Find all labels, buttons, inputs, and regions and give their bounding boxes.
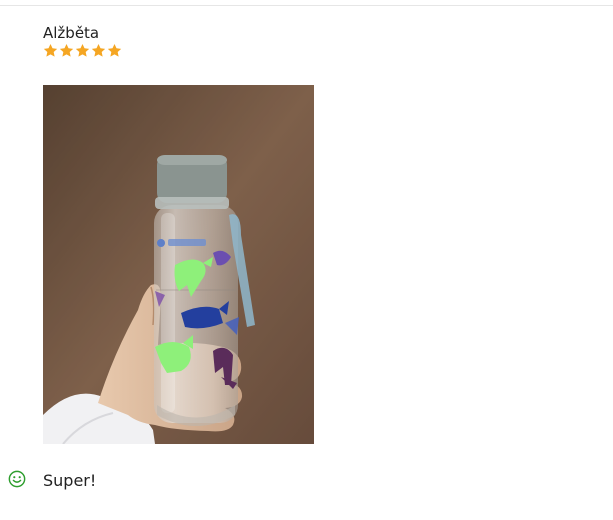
review-card: Alžběta Super!: [0, 0, 613, 520]
divider: [0, 5, 613, 6]
star-icon: [43, 43, 58, 57]
star-icon: [75, 43, 90, 57]
star-rating: [43, 43, 122, 58]
star-icon: [107, 43, 122, 57]
star-icon: [91, 43, 106, 57]
reviewer-name: Alžběta: [43, 24, 100, 42]
review-photo[interactable]: [43, 85, 314, 444]
review-text: Super!: [43, 471, 97, 490]
smiley-icon: [8, 470, 26, 488]
star-icon: [59, 43, 74, 57]
